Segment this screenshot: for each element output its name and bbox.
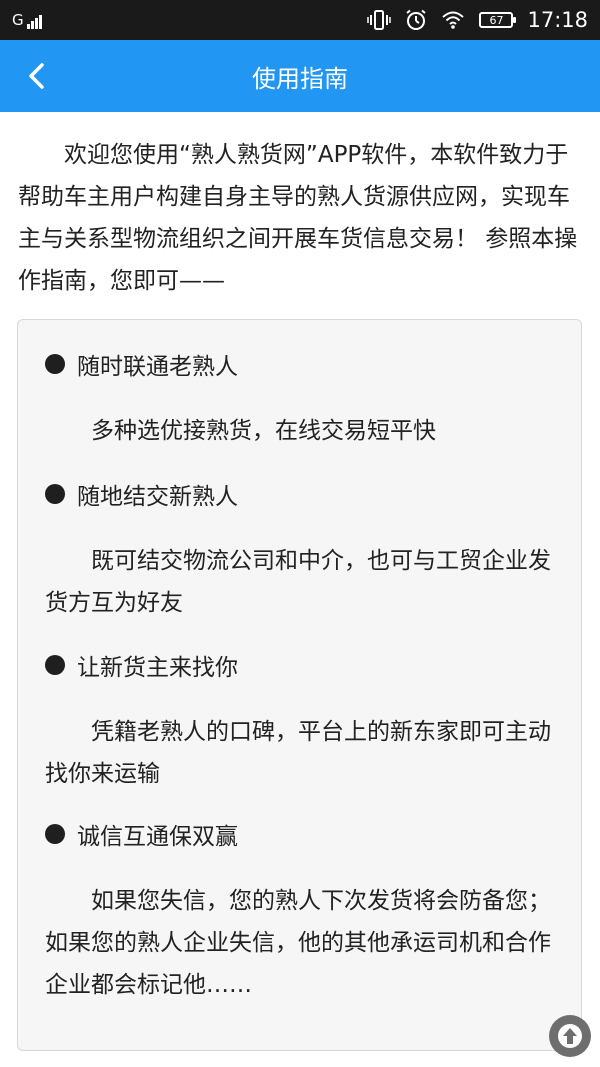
signal-bar [30,21,34,29]
battery-icon: 67 [479,12,517,28]
feature-item: 随时联通老熟人 多种选优接熟货，在线交易短平快 [45,342,557,452]
bullet-icon [45,484,65,504]
feature-title: 让新货主来找你 [45,643,557,687]
clock: 17:18 [527,8,588,32]
app-header: 使用指南 [0,40,600,112]
bullet-icon [45,354,65,374]
feature-title-text: 随时联通老熟人 [77,354,238,380]
feature-title-text: 诚信互通保双赢 [77,824,238,850]
feature-title-text: 随地结交新熟人 [77,484,238,510]
vibrate-icon [367,10,392,30]
alarm-icon [405,9,427,31]
arrow-up-icon [558,1024,582,1048]
features-card: 随时联通老熟人 多种选优接熟货，在线交易短平快 随地结交新熟人 既可结交物流公司… [17,319,582,1051]
chevron-left-icon [29,63,44,89]
signal-bar [26,24,30,29]
wifi-icon [441,10,465,30]
feature-item: 诚信互通保双赢 如果您失信，您的熟人下次发货将会防备您；如果您的熟人企业失信，他… [45,812,557,1006]
battery-level: 67 [489,13,504,27]
feature-description: 既可结交物流公司和中介，也可与工贸企业发货方互为好友 [45,548,551,616]
feature-item: 让新货主来找你 凭籍老熟人的口碑，平台上的新东家即可主动找你来运输 [45,643,557,795]
feature-description: 如果您失信，您的熟人下次发货将会防备您；如果您的熟人企业失信，他的其他承运司机和… [45,888,551,998]
intro-text: 欢迎您使用“熟人熟货网”APP软件，本软件致力于帮助车主用户构建自身主导的熟人货… [18,142,578,294]
feature-title-text: 让新货主来找你 [77,655,238,681]
feature-item: 随地结交新熟人 既可结交物流公司和中介，也可与工贸企业发货方互为好友 [45,472,557,624]
scroll-to-top-button[interactable] [549,1015,591,1057]
back-button[interactable] [18,58,54,94]
signal-bar [34,18,38,29]
feature-description: 凭籍老熟人的口碑，平台上的新东家即可主动找你来运输 [45,719,551,787]
carrier-label: G [12,11,24,29]
cellular-signal: G [12,11,42,29]
feature-title: 随地结交新熟人 [45,472,557,516]
feature-title: 诚信互通保双赢 [45,812,557,856]
page-title: 使用指南 [252,64,348,93]
feature-description: 多种选优接熟货，在线交易短平快 [91,418,436,444]
feature-title: 随时联通老熟人 [45,342,557,386]
status-bar: G 67 17:18 [0,0,600,40]
signal-bar [38,15,42,29]
bullet-icon [45,824,65,844]
bullet-icon [45,655,65,675]
